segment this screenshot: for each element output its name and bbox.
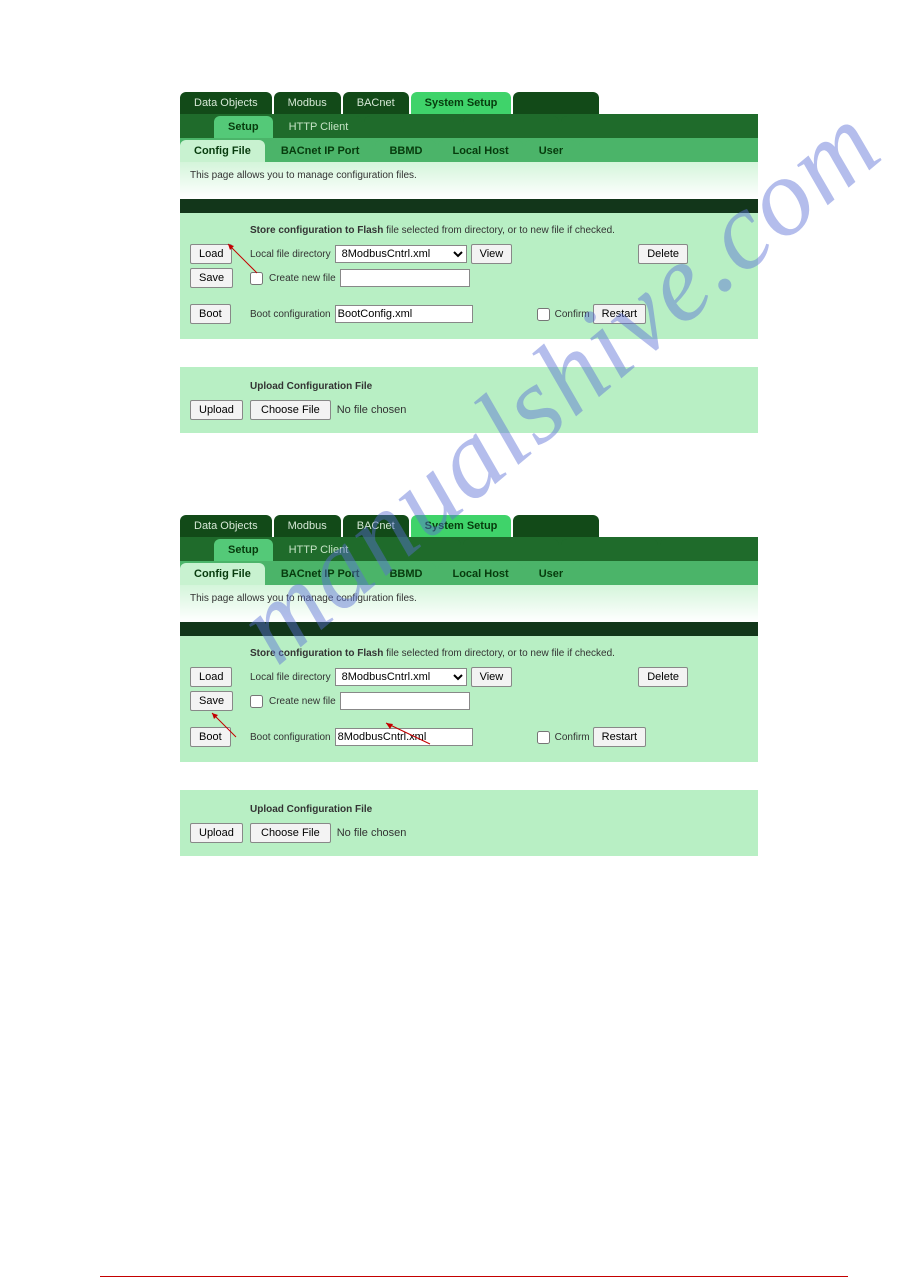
create-new-label: Create new file — [269, 696, 336, 707]
tab-config-file[interactable]: Config File — [180, 563, 265, 585]
dark-strip — [180, 622, 758, 636]
upload-button[interactable]: Upload — [190, 823, 243, 843]
confirm-label: Confirm — [555, 732, 590, 743]
store-label-rest: file selected from directory, or to new … — [383, 225, 615, 236]
boot-config-input[interactable] — [335, 728, 473, 746]
upload-title: Upload Configuration File — [250, 804, 372, 815]
tab-user[interactable]: User — [525, 563, 577, 585]
delete-button[interactable]: Delete — [638, 667, 688, 687]
save-button[interactable]: Save — [190, 268, 233, 288]
tab-setup[interactable]: Setup — [214, 116, 273, 138]
create-new-label: Create new file — [269, 273, 336, 284]
new-file-input[interactable] — [340, 692, 470, 710]
upload-button[interactable]: Upload — [190, 400, 243, 420]
load-button[interactable]: Load — [190, 244, 232, 264]
restart-button[interactable]: Restart — [593, 727, 646, 747]
save-button[interactable]: Save — [190, 691, 233, 711]
local-file-select[interactable]: 8ModbusCntrl.xml — [335, 668, 467, 686]
tab-bacnet[interactable]: BACnet — [343, 92, 409, 114]
tab-system-setup[interactable]: System Setup — [411, 92, 512, 114]
upload-section: Upload Configuration File Upload Choose … — [180, 790, 758, 856]
tab-data-objects[interactable]: Data Objects — [180, 515, 272, 537]
tab-modbus[interactable]: Modbus — [274, 92, 341, 114]
tab-bbmd[interactable]: BBMD — [375, 563, 436, 585]
tab-bacnet-ip-port[interactable]: BACnet IP Port — [267, 140, 374, 162]
choose-file-button[interactable]: Choose File — [250, 400, 331, 420]
flash-section: Store configuration to Flash file select… — [180, 636, 758, 762]
subsub-tab-blank — [579, 563, 756, 585]
tab-blank — [513, 515, 599, 537]
load-button[interactable]: Load — [190, 667, 232, 687]
sub-tab-blank — [660, 539, 756, 561]
boot-config-input[interactable] — [335, 305, 473, 323]
upload-section: Upload Configuration File Upload Choose … — [180, 367, 758, 433]
no-file-text: No file chosen — [337, 404, 407, 416]
upload-title: Upload Configuration File — [250, 381, 372, 392]
tab-data-objects[interactable]: Data Objects — [180, 92, 272, 114]
store-label: Store configuration to Flash file select… — [250, 648, 615, 659]
tab-bacnet[interactable]: BACnet — [343, 515, 409, 537]
tab-user[interactable]: User — [525, 140, 577, 162]
sub-tab-blank — [463, 116, 559, 138]
sub-tab-blank — [364, 116, 460, 138]
create-new-checkbox[interactable] — [250, 695, 263, 708]
local-file-select[interactable]: 8ModbusCntrl.xml — [335, 245, 467, 263]
tab-bbmd[interactable]: BBMD — [375, 140, 436, 162]
tab-local-host[interactable]: Local Host — [438, 563, 522, 585]
boot-button[interactable]: Boot — [190, 304, 231, 324]
tab-setup[interactable]: Setup — [214, 539, 273, 561]
tab-config-file[interactable]: Config File — [180, 140, 265, 162]
sub-tab-blank — [660, 116, 756, 138]
store-label-rest: file selected from directory, or to new … — [383, 648, 615, 659]
config-panel-1: Data Objects Modbus BACnet System Setup … — [180, 90, 758, 433]
view-button[interactable]: View — [471, 667, 513, 687]
subsub-tab-row: Config File BACnet IP Port BBMD Local Ho… — [180, 138, 758, 162]
subsub-tab-blank — [579, 140, 756, 162]
flash-section: Store configuration to Flash file select… — [180, 213, 758, 339]
sub-tab-row: Setup HTTP Client — [180, 537, 758, 561]
sub-tab-row: Setup HTTP Client — [180, 114, 758, 138]
tab-system-setup[interactable]: System Setup — [411, 515, 512, 537]
main-tab-row: Data Objects Modbus BACnet System Setup — [180, 90, 758, 114]
create-new-checkbox[interactable] — [250, 272, 263, 285]
confirm-checkbox[interactable] — [537, 731, 550, 744]
info-bar: This page allows you to manage configura… — [180, 162, 758, 199]
main-tab-row: Data Objects Modbus BACnet System Setup — [180, 513, 758, 537]
tab-modbus[interactable]: Modbus — [274, 515, 341, 537]
tab-blank — [513, 92, 599, 114]
page-container: Data Objects Modbus BACnet System Setup … — [0, 0, 918, 976]
info-bar: This page allows you to manage configura… — [180, 585, 758, 622]
confirm-checkbox[interactable] — [537, 308, 550, 321]
sub-tab-blank — [364, 539, 460, 561]
boot-button[interactable]: Boot — [190, 727, 231, 747]
new-file-input[interactable] — [340, 269, 470, 287]
local-file-label: Local file directory — [250, 249, 331, 260]
restart-button[interactable]: Restart — [593, 304, 646, 324]
config-panel-2: Data Objects Modbus BACnet System Setup … — [180, 513, 758, 856]
boot-config-label: Boot configuration — [250, 732, 331, 743]
tab-http-client[interactable]: HTTP Client — [275, 539, 363, 561]
store-label-bold: Store configuration to Flash — [250, 225, 383, 236]
local-file-label: Local file directory — [250, 672, 331, 683]
dark-strip — [180, 199, 758, 213]
tab-bacnet-ip-port[interactable]: BACnet IP Port — [267, 563, 374, 585]
tab-local-host[interactable]: Local Host — [438, 140, 522, 162]
no-file-text: No file chosen — [337, 827, 407, 839]
view-button[interactable]: View — [471, 244, 513, 264]
subsub-tab-row: Config File BACnet IP Port BBMD Local Ho… — [180, 561, 758, 585]
delete-button[interactable]: Delete — [638, 244, 688, 264]
choose-file-button[interactable]: Choose File — [250, 823, 331, 843]
confirm-label: Confirm — [555, 309, 590, 320]
sub-tab-blank — [561, 539, 657, 561]
sub-tab-blank — [561, 116, 657, 138]
sub-tab-blank — [463, 539, 559, 561]
boot-config-label: Boot configuration — [250, 309, 331, 320]
store-label: Store configuration to Flash file select… — [250, 225, 615, 236]
tab-http-client[interactable]: HTTP Client — [275, 116, 363, 138]
store-label-bold: Store configuration to Flash — [250, 648, 383, 659]
